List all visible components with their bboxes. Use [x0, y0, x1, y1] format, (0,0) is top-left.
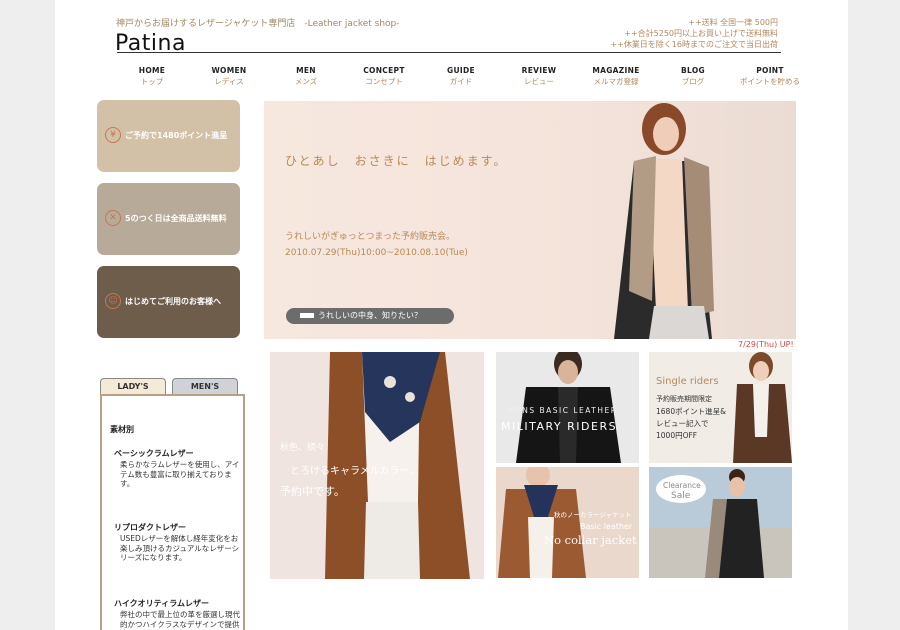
notice-line: ++送料 全国一律 500円 — [688, 18, 778, 27]
points-icon: ¥ — [105, 127, 121, 143]
tile-caption: Basic leather — [580, 522, 633, 531]
nav-concept[interactable]: CONCEPT コンセプト — [345, 66, 423, 87]
tile-caption: 秋のノーカラージャケット — [554, 511, 632, 519]
main-nav: HOME トップ WOMEN レディス MEN メンズ CONCEPT コンセプト GU… — [113, 66, 800, 87]
tile-caption: Sale — [671, 491, 691, 501]
notice-line: ++合計5250円以上お買い上げで送料無料 — [624, 29, 778, 38]
tile-caption: MENS BASIC LEATHER — [508, 406, 618, 415]
page: 神戸からお届けするレザージャケット専門店 -Leather jacket sho… — [55, 0, 848, 630]
banner-label: 5のつく日は全商品送料無料 — [125, 214, 227, 223]
clearance-sale-tile[interactable]: Clearance Sale — [649, 467, 792, 578]
category-desc: USEDレザーを解体し経年変化をお楽しみ頂けるカジュアルなレザーシリーズになりま… — [120, 534, 240, 562]
category-item[interactable]: ベーシックラムレザー 柔らかなラムレザーを使用し、アイテム数も豊富に取り揃えてお… — [114, 448, 242, 489]
tile-caption: No collar jacket — [544, 533, 637, 547]
nav-women[interactable]: WOMEN レディス — [190, 66, 268, 87]
tile-caption: Clearance — [663, 481, 701, 490]
truck-icon: ✕ — [105, 210, 121, 226]
tile-caption: とろけるキャラメルカラー、 — [290, 466, 420, 477]
notice-line: ++休業日を除く16時までのご注文で当日出荷 — [610, 40, 778, 49]
no-collar-jacket-tile[interactable]: 秋のノーカラージャケット Basic leather No collar jac… — [496, 467, 639, 578]
single-riders-tile[interactable]: Single riders 予約販売期間限定 1680ポイント進呈& レビュー記… — [649, 352, 792, 463]
header-divider — [117, 52, 781, 53]
shipping-notices: ++送料 全国一律 500円 ++合計5250円以上お買い上げで送料無料 ++休… — [610, 17, 778, 50]
category-panel: 素材別 ベーシックラムレザー 柔らかなラムレザーを使用し、アイテム数も豊富に取り… — [100, 394, 245, 630]
nav-review[interactable]: REVIEW レビュー — [500, 66, 578, 87]
tile-caption: レビュー記入で — [656, 419, 709, 428]
hero-dates: 2010.07.29(Thu)10:00~2010.08.10(Tue) — [285, 248, 468, 258]
category-name: リプロダクトレザー — [114, 523, 186, 532]
section-title: 素材別 — [110, 425, 134, 434]
tile-caption: 秋色、続々 — [280, 443, 326, 453]
update-date: 7/29(Thu) UP! — [738, 340, 794, 349]
nav-blog[interactable]: BLOG ブログ — [654, 66, 732, 87]
nav-point[interactable]: POINT ポイントを貯める — [731, 66, 809, 87]
nav-men[interactable]: MEN メンズ — [267, 66, 345, 87]
category-name: ベーシックラムレザー — [114, 449, 194, 458]
banner-label: はじめてご利用のお客様へ — [125, 297, 221, 306]
tab-mens[interactable]: MEN'S — [172, 378, 238, 395]
first-time-guide-banner[interactable]: ☺ はじめてご利用のお客様へ — [97, 266, 240, 338]
nav-guide[interactable]: GUIDE ガイド — [422, 66, 500, 87]
tab-ladys[interactable]: LADY'S — [100, 378, 166, 395]
hero-banner[interactable]: ひとあし おさきに はじめます。 うれしいがぎゅっとつまった予約販売会。 201… — [264, 101, 796, 339]
caramel-jacket-tile[interactable]: 秋色、続々 とろけるキャラメルカラー、 予約中です。 — [270, 352, 484, 579]
tile-caption: 予約中です。 — [280, 485, 345, 498]
category-item[interactable]: ハイクオリティラムレザー 弊社の中で最上位の革を厳選し現代的かつハイクラスなデザ… — [114, 598, 242, 630]
tile-caption: MILITARY RIDERS — [501, 420, 618, 433]
learn-more-button[interactable]: うれしいの中身、知りたい？ — [286, 308, 454, 324]
nav-magazine[interactable]: MAGAZINE メルマガ登録 — [577, 66, 655, 87]
category-item[interactable]: リプロダクトレザー USEDレザーを解体し経年変化をお楽しみ頂けるカジュアルなレ… — [114, 522, 242, 563]
category-desc: 弊社の中で最上位の革を厳選し現代的かつハイクラスなデザインで提供致しております。 — [120, 610, 240, 630]
reservation-points-banner[interactable]: ¥ ご予約で1480ポイント進呈 — [97, 100, 240, 172]
tile-caption: 1680ポイント進呈& — [656, 407, 726, 416]
tile-caption: 1000円OFF — [656, 431, 698, 440]
free-shipping-banner[interactable]: ✕ 5のつく日は全商品送料無料 — [97, 183, 240, 255]
site-tagline: 神戸からお届けするレザージャケット専門店 -Leather jacket sho… — [116, 19, 400, 29]
category-desc: 柔らかなラムレザーを使用し、アイテム数も豊富に取り揃えております。 — [120, 460, 240, 488]
nav-home[interactable]: HOME トップ — [113, 66, 191, 87]
military-riders-tile[interactable]: MENS BASIC LEATHER MILITARY RIDERS — [496, 352, 639, 463]
walking-person-icon: ☺ — [105, 293, 121, 309]
category-name: ハイクオリティラムレザー — [114, 599, 209, 608]
hero-subline: うれしいがぎゅっとつまった予約販売会。 — [285, 232, 456, 242]
hero-model-image — [614, 103, 714, 339]
tile-title: Single riders — [656, 376, 719, 387]
hero-headline: ひとあし おさきに はじめます。 — [285, 154, 508, 168]
arrow-icon — [300, 313, 314, 318]
banner-label: ご予約で1480ポイント進呈 — [125, 131, 228, 140]
tile-caption: 予約販売期間限定 — [656, 395, 712, 403]
